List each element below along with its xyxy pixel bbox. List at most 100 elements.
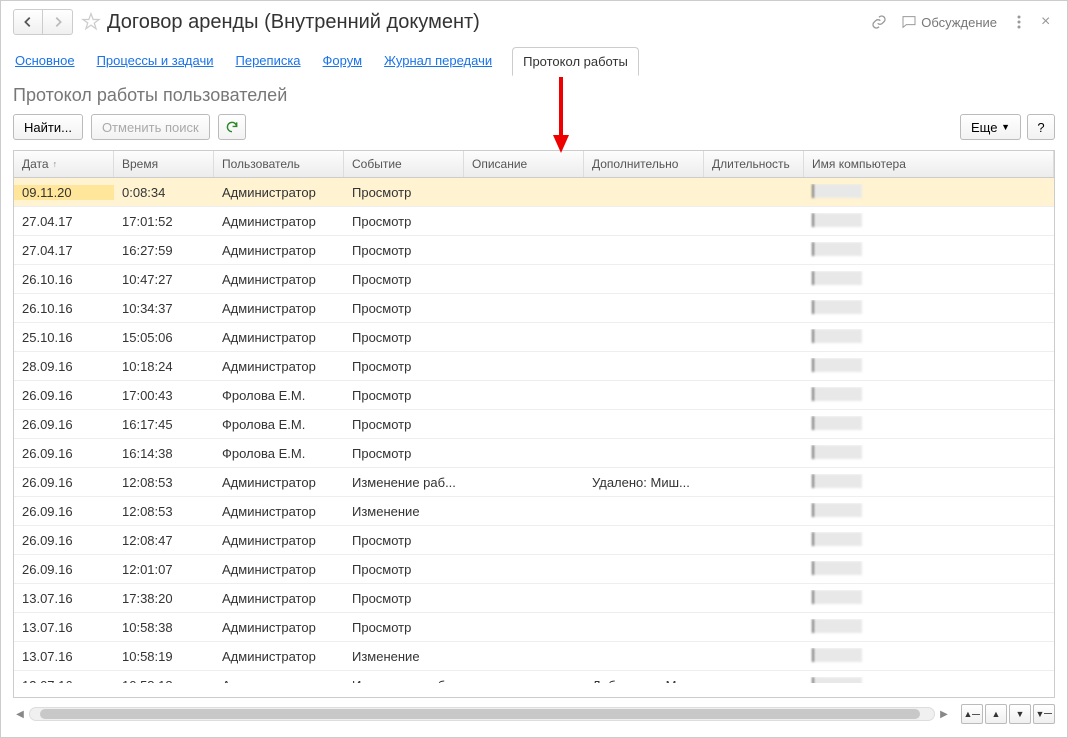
scroll-up-button[interactable]: ▲ bbox=[985, 704, 1007, 724]
cell-user: Администратор bbox=[214, 185, 344, 200]
redacted-value bbox=[812, 271, 862, 285]
cell-computer bbox=[804, 445, 1054, 462]
cell-computer bbox=[804, 213, 1054, 230]
table-row[interactable]: 26.10.1610:47:27АдминистраторПросмотр bbox=[14, 265, 1054, 294]
cell-event: Изменение раб... bbox=[344, 678, 464, 684]
cell-computer bbox=[804, 561, 1054, 578]
star-icon[interactable] bbox=[81, 12, 101, 32]
table-row[interactable]: 26.09.1616:17:45Фролова Е.М.Просмотр bbox=[14, 410, 1054, 439]
refresh-button[interactable] bbox=[218, 114, 246, 140]
cell-event: Просмотр bbox=[344, 272, 464, 287]
cell-user: Фролова Е.М. bbox=[214, 417, 344, 432]
cell-date: 27.04.17 bbox=[14, 214, 114, 229]
table-row[interactable]: 26.09.1612:08:47АдминистраторПросмотр bbox=[14, 526, 1054, 555]
refresh-icon bbox=[225, 120, 239, 134]
cell-time: 10:58:18 bbox=[114, 678, 214, 684]
help-button[interactable]: ? bbox=[1027, 114, 1055, 140]
cell-time: 0:08:34 bbox=[114, 185, 214, 200]
column-time[interactable]: Время bbox=[114, 151, 214, 177]
cell-time: 10:47:27 bbox=[114, 272, 214, 287]
column-duration[interactable]: Длительность bbox=[704, 151, 804, 177]
cell-time: 17:01:52 bbox=[114, 214, 214, 229]
forward-button[interactable] bbox=[43, 9, 73, 35]
cell-date: 13.07.16 bbox=[14, 678, 114, 684]
table-row[interactable]: 26.10.1610:34:37АдминистраторПросмотр bbox=[14, 294, 1054, 323]
tab-3[interactable]: Форум bbox=[321, 47, 365, 75]
discuss-button[interactable]: Обсуждение bbox=[901, 14, 997, 30]
tab-2[interactable]: Переписка bbox=[234, 47, 303, 75]
table-row[interactable]: 26.09.1612:01:07АдминистраторПросмотр bbox=[14, 555, 1054, 584]
scroll-bottom-button[interactable]: ▼ bbox=[1033, 704, 1055, 724]
table-row[interactable]: 13.07.1617:38:20АдминистраторПросмотр bbox=[14, 584, 1054, 613]
cell-event: Просмотр bbox=[344, 388, 464, 403]
cell-computer bbox=[804, 242, 1054, 259]
scroll-right-icon[interactable]: ▶ bbox=[937, 707, 951, 721]
cell-computer bbox=[804, 329, 1054, 346]
redacted-value bbox=[812, 358, 862, 372]
cell-event: Просмотр bbox=[344, 185, 464, 200]
table-row[interactable]: 13.07.1610:58:18АдминистраторИзменение р… bbox=[14, 671, 1054, 683]
table-body: 09.11.200:08:34АдминистраторПросмотр27.0… bbox=[14, 178, 1054, 683]
find-button[interactable]: Найти... bbox=[13, 114, 83, 140]
cell-event: Просмотр bbox=[344, 591, 464, 606]
tab-4[interactable]: Журнал передачи bbox=[382, 47, 494, 75]
tab-1[interactable]: Процессы и задачи bbox=[95, 47, 216, 75]
cell-event: Просмотр bbox=[344, 417, 464, 432]
column-date[interactable]: Дата↑ bbox=[14, 151, 114, 177]
close-button[interactable]: × bbox=[1041, 15, 1055, 29]
table-row[interactable]: 25.10.1615:05:06АдминистраторПросмотр bbox=[14, 323, 1054, 352]
tab-5[interactable]: Протокол работы bbox=[512, 47, 639, 76]
redacted-value bbox=[812, 445, 862, 459]
scroll-left-icon[interactable]: ◀ bbox=[13, 707, 27, 721]
cell-date: 13.07.16 bbox=[14, 649, 114, 664]
table-row[interactable]: 26.09.1612:08:53АдминистраторИзменение р… bbox=[14, 468, 1054, 497]
tab-0[interactable]: Основное bbox=[13, 47, 77, 75]
scroll-top-button[interactable]: ▲ bbox=[961, 704, 983, 724]
cancel-search-button[interactable]: Отменить поиск bbox=[91, 114, 210, 140]
back-button[interactable] bbox=[13, 9, 43, 35]
redacted-value bbox=[812, 561, 862, 575]
table-row[interactable]: 27.04.1716:27:59АдминистраторПросмотр bbox=[14, 236, 1054, 265]
table-row[interactable]: 13.07.1610:58:38АдминистраторПросмотр bbox=[14, 613, 1054, 642]
table-row[interactable]: 26.09.1612:08:53АдминистраторИзменение bbox=[14, 497, 1054, 526]
cell-time: 10:18:24 bbox=[114, 359, 214, 374]
column-description[interactable]: Описание bbox=[464, 151, 584, 177]
cell-extra: Добавлено: М... bbox=[584, 678, 704, 684]
cell-date: 26.10.16 bbox=[14, 272, 114, 287]
scrollbar-thumb[interactable] bbox=[40, 709, 920, 719]
cell-user: Администратор bbox=[214, 243, 344, 258]
table-row[interactable]: 28.09.1610:18:24АдминистраторПросмотр bbox=[14, 352, 1054, 381]
cell-time: 10:34:37 bbox=[114, 301, 214, 316]
cell-time: 16:17:45 bbox=[114, 417, 214, 432]
cell-date: 26.09.16 bbox=[14, 504, 114, 519]
cell-time: 17:00:43 bbox=[114, 388, 214, 403]
redacted-value bbox=[812, 648, 862, 662]
column-event[interactable]: Событие bbox=[344, 151, 464, 177]
cell-event: Просмотр bbox=[344, 330, 464, 345]
column-computer[interactable]: Имя компьютера bbox=[804, 151, 1054, 177]
horizontal-scrollbar[interactable] bbox=[29, 707, 935, 721]
table-row[interactable]: 09.11.200:08:34АдминистраторПросмотр bbox=[14, 178, 1054, 207]
cell-user: Фролова Е.М. bbox=[214, 446, 344, 461]
scroll-down-button[interactable]: ▼ bbox=[1009, 704, 1031, 724]
discuss-label: Обсуждение bbox=[921, 15, 997, 30]
redacted-value bbox=[812, 213, 862, 227]
table-row[interactable]: 26.09.1617:00:43Фролова Е.М.Просмотр bbox=[14, 381, 1054, 410]
kebab-icon[interactable] bbox=[1011, 14, 1027, 30]
redacted-value bbox=[812, 300, 862, 314]
column-extra[interactable]: Дополнительно bbox=[584, 151, 704, 177]
redacted-value bbox=[812, 503, 862, 517]
cell-computer bbox=[804, 648, 1054, 665]
cell-computer bbox=[804, 474, 1054, 491]
table-row[interactable]: 13.07.1610:58:19АдминистраторИзменение bbox=[14, 642, 1054, 671]
table-row[interactable]: 26.09.1616:14:38Фролова Е.М.Просмотр bbox=[14, 439, 1054, 468]
link-icon[interactable] bbox=[871, 14, 887, 30]
table-row[interactable]: 27.04.1717:01:52АдминистраторПросмотр bbox=[14, 207, 1054, 236]
more-button[interactable]: Еще ▼ bbox=[960, 114, 1021, 140]
redacted-value bbox=[812, 532, 862, 546]
column-user[interactable]: Пользователь bbox=[214, 151, 344, 177]
cell-computer bbox=[804, 416, 1054, 433]
cell-time: 10:58:38 bbox=[114, 620, 214, 635]
cell-user: Администратор bbox=[214, 504, 344, 519]
redacted-value bbox=[812, 474, 862, 488]
